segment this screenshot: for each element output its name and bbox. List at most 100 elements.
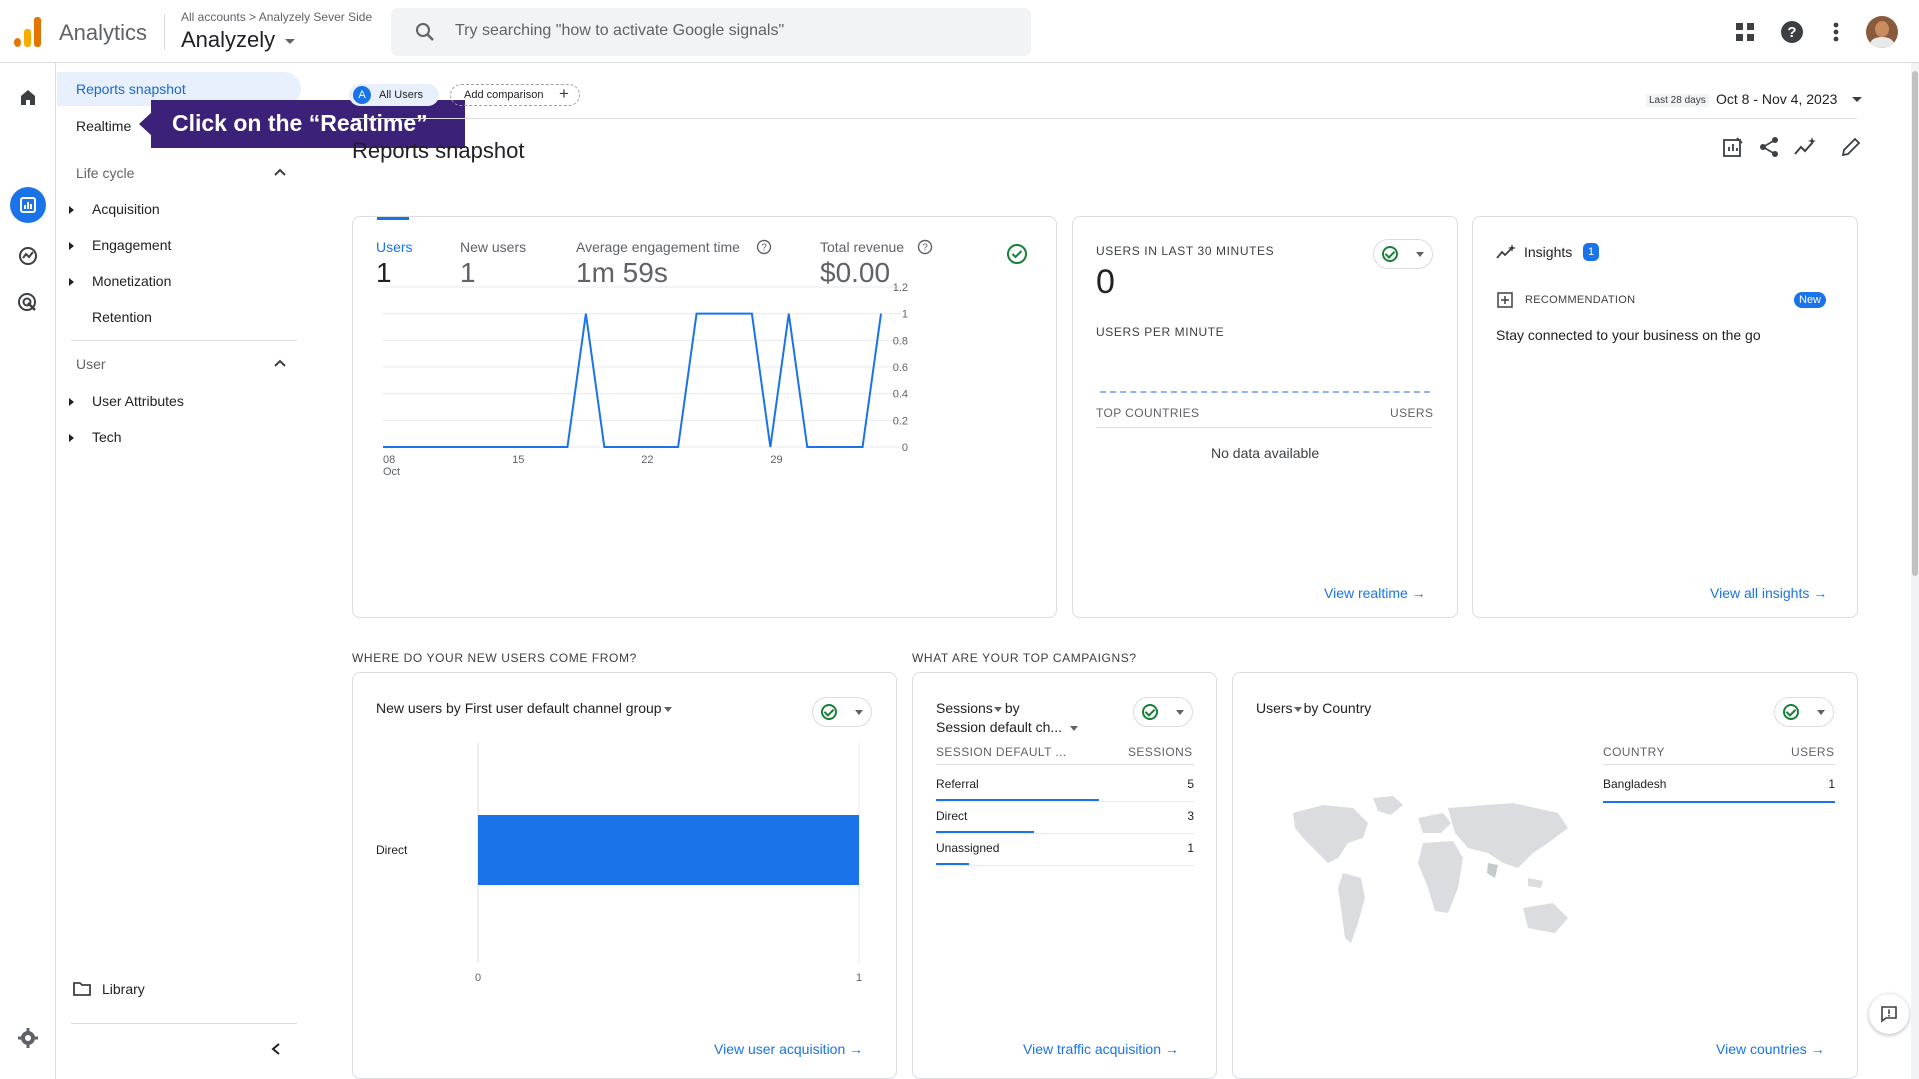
nav-item-library[interactable]: Library — [102, 981, 145, 997]
view-user-acquisition-link[interactable]: View user acquisition → — [714, 1041, 863, 1057]
campaign-share-bar — [936, 831, 1034, 833]
collapse-nav-icon[interactable] — [269, 1042, 283, 1056]
search-input[interactable]: Try searching "how to activate Google si… — [391, 8, 1031, 56]
reports-nav: Reports snapshot Realtime Life cycle Acq… — [57, 63, 302, 1079]
check-circle-icon — [1783, 704, 1799, 720]
expand-monetization-icon[interactable] — [69, 278, 74, 286]
realtime-check-dropdown[interactable] — [1373, 239, 1433, 269]
add-comparison-button[interactable]: Add comparison + — [450, 84, 580, 106]
insights-trend-icon[interactable] — [1793, 136, 1817, 158]
segment-chip[interactable]: A All Users — [349, 84, 439, 106]
date-range-text: Oct 8 - Nov 4, 2023 — [1716, 91, 1838, 107]
countries-title[interactable]: Users by Country — [1256, 700, 1371, 716]
scrollbar-thumb[interactable] — [1912, 71, 1918, 576]
nav-heading-user[interactable]: User — [76, 356, 106, 372]
countries-col-country[interactable]: COUNTRY — [1603, 745, 1665, 759]
view-traffic-acquisition-link[interactable]: View traffic acquisition → — [1023, 1041, 1179, 1057]
nav-label-reports-snapshot[interactable]: Reports snapshot — [76, 81, 186, 97]
toolbar-divider — [352, 118, 1857, 119]
chevron-up-icon[interactable] — [273, 358, 287, 368]
expand-engagement-icon[interactable] — [69, 242, 74, 250]
nav-item-realtime[interactable]: Realtime — [76, 118, 131, 134]
countries-check-dropdown[interactable] — [1774, 697, 1834, 727]
metric-revenue-label[interactable]: Total revenue — [820, 239, 904, 255]
expand-tech-icon[interactable] — [69, 434, 74, 442]
advertising-icon[interactable] — [13, 288, 43, 318]
chevron-up-icon[interactable] — [273, 167, 287, 177]
campaigns-col-sessions[interactable]: SESSIONS — [1128, 745, 1193, 759]
share-icon[interactable] — [1758, 136, 1780, 158]
x-tick-label: 08 — [383, 454, 395, 466]
view-traffic-acquisition-label: View traffic acquisition — [1023, 1041, 1161, 1057]
nav-item-monetization[interactable]: Monetization — [92, 273, 171, 289]
table-row[interactable]: Direct 3 — [936, 809, 1194, 837]
y-tick-label: 0.6 — [893, 362, 908, 374]
explore-icon[interactable] — [13, 241, 43, 271]
insight-text[interactable]: Stay connected to your business on the g… — [1496, 327, 1761, 343]
more-vert-icon[interactable] — [1822, 18, 1850, 46]
realtime-value: 0 — [1096, 263, 1115, 301]
metric-engagement-label[interactable]: Average engagement time — [576, 239, 740, 255]
help-outline-icon[interactable]: ? — [917, 239, 933, 255]
breadcrumb-account[interactable]: Analyzely Sever Side — [259, 10, 372, 24]
header-divider — [164, 14, 165, 50]
table-row[interactable]: Referral 5 — [936, 777, 1194, 805]
page-title: Reports snapshot — [352, 138, 525, 163]
nav-item-engagement[interactable]: Engagement — [92, 237, 171, 253]
expand-acquisition-icon[interactable] — [69, 206, 74, 214]
chevron-down-icon — [855, 710, 863, 715]
nav-item-retention[interactable]: Retention — [92, 309, 152, 325]
countries-metric[interactable]: Users — [1256, 700, 1293, 716]
countries-col-users[interactable]: USERS — [1791, 745, 1834, 759]
arrow-right-icon: → — [849, 1041, 864, 1057]
analytics-logo-icon[interactable] — [14, 17, 42, 47]
campaigns-metric[interactable]: Sessions — [936, 700, 993, 716]
property-selector[interactable]: Analyzely — [181, 27, 296, 53]
check-circle-icon[interactable] — [1006, 243, 1028, 265]
help-outline-icon[interactable]: ? — [756, 239, 772, 255]
customize-report-icon[interactable] — [1722, 136, 1744, 158]
campaigns-dimension[interactable]: Session default ch... — [936, 719, 1079, 735]
svg-text:?: ? — [1787, 24, 1796, 41]
reports-icon[interactable] — [13, 190, 43, 220]
campaigns-col-dimension[interactable]: SESSION DEFAULT ... — [936, 745, 1067, 759]
edit-icon[interactable] — [1840, 136, 1862, 158]
campaigns-title-line1[interactable]: Sessions by — [936, 700, 1020, 716]
feedback-button[interactable] — [1869, 994, 1909, 1034]
table-row[interactable]: Unassigned 1 — [936, 841, 1194, 869]
campaign-row-label: Direct — [936, 809, 968, 823]
nav-item-user-attributes[interactable]: User Attributes — [92, 393, 184, 409]
page-scrollbar[interactable] — [1911, 63, 1919, 1079]
date-range-picker[interactable]: Last 28 days Oct 8 - Nov 4, 2023 — [1646, 91, 1866, 113]
expand-user-attributes-icon[interactable] — [69, 398, 74, 406]
bar-direct — [478, 815, 859, 885]
users-series-line — [383, 312, 882, 448]
breadcrumb-root[interactable]: All accounts — [181, 10, 246, 24]
view-countries-link[interactable]: View countries → — [1716, 1041, 1825, 1057]
home-icon[interactable] — [13, 82, 43, 112]
search-icon — [416, 23, 434, 41]
y-tick-label: 1 — [902, 309, 908, 321]
breadcrumb[interactable]: All accounts > Analyzely Sever Side — [181, 10, 372, 24]
row-divider — [936, 865, 1194, 866]
insights-title: Insights — [1524, 244, 1573, 260]
view-all-insights-link[interactable]: View all insights → — [1710, 585, 1827, 601]
insights-card: Insights 1 RECOMMENDATION New Stay conne… — [1472, 216, 1858, 618]
world-map[interactable] — [1283, 793, 1588, 973]
view-realtime-link[interactable]: View realtime → — [1324, 585, 1426, 601]
campaigns-check-dropdown[interactable] — [1133, 697, 1193, 727]
acquisition-title[interactable]: New users by First user default channel … — [376, 700, 672, 716]
nav-item-tech[interactable]: Tech — [92, 429, 122, 445]
metric-users-label[interactable]: Users — [376, 239, 413, 255]
apps-grid-icon[interactable] — [1731, 18, 1759, 46]
nav-heading-lifecycle[interactable]: Life cycle — [76, 165, 134, 181]
settings-icon[interactable] — [13, 1023, 43, 1053]
avatar[interactable] — [1866, 16, 1898, 48]
metric-new-users-label[interactable]: New users — [460, 239, 526, 255]
country-share-bar — [1603, 801, 1835, 803]
nav-item-acquisition[interactable]: Acquisition — [92, 201, 160, 217]
acquisition-check-dropdown[interactable] — [812, 697, 872, 727]
country-users: 1 — [1828, 777, 1835, 791]
table-row[interactable]: Bangladesh 1 — [1603, 777, 1835, 805]
help-icon[interactable]: ? — [1778, 18, 1806, 46]
